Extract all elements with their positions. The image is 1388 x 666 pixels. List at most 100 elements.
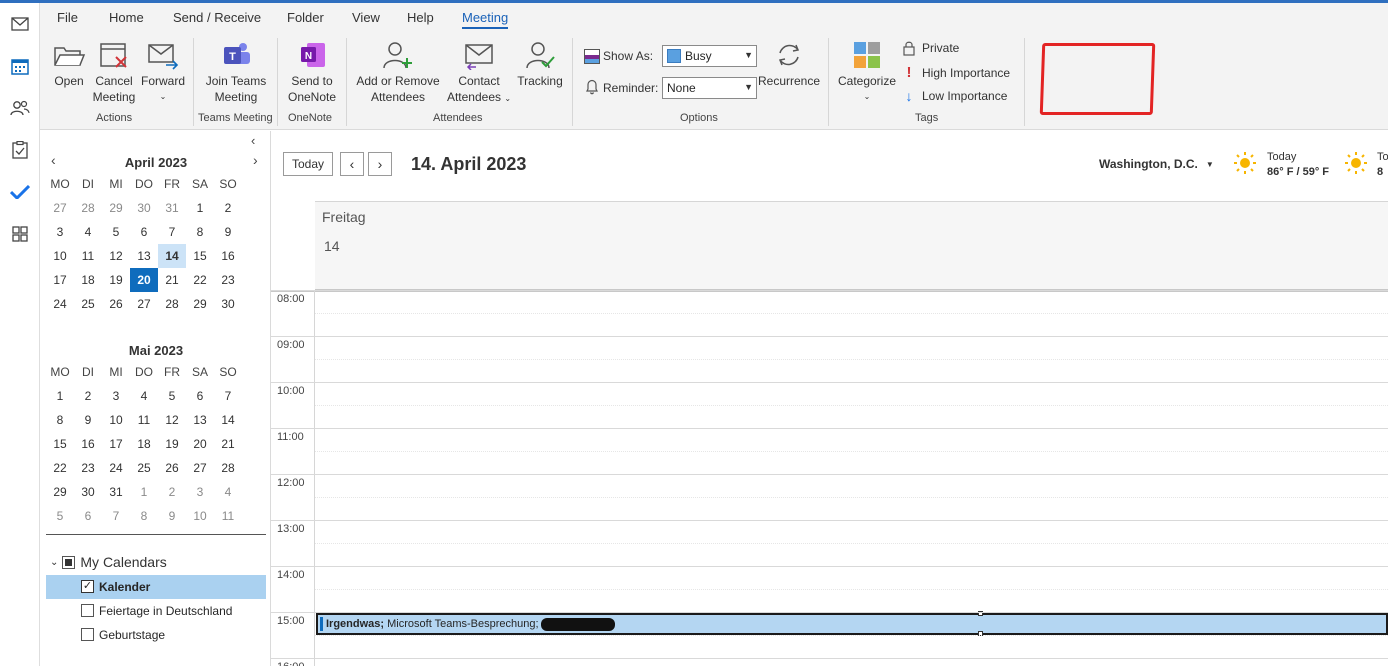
tracking-button[interactable]: Tracking [514,40,566,89]
calendar-day[interactable]: 16 [74,432,102,456]
calendar-day[interactable]: 31 [102,480,130,504]
show-as-select[interactable]: Busy ▼ [662,45,757,67]
menu-folder[interactable]: Folder [287,10,324,25]
calendar-day[interactable]: 29 [102,196,130,220]
calendar-day[interactable]: 1 [186,196,214,220]
calendar-day[interactable]: 22 [46,456,74,480]
calendar-day[interactable]: 28 [74,196,102,220]
calendar-day[interactable]: 11 [74,244,102,268]
calendar-day[interactable]: 12 [158,408,186,432]
calendar-day[interactable]: 10 [102,408,130,432]
checkbox-icon[interactable] [81,604,94,617]
checked-checkbox-icon[interactable]: ✓ [81,580,94,593]
menu-send-receive[interactable]: Send / Receive [173,10,261,25]
calendar-day[interactable]: 27 [46,196,74,220]
calendar-day[interactable]: 29 [46,480,74,504]
calendar-day[interactable]: 5 [46,504,74,528]
private-button[interactable]: Private [902,40,959,56]
calendar-day[interactable]: 5 [102,220,130,244]
calendar-day[interactable]: 18 [74,268,102,292]
calendar-day[interactable]: 5 [158,384,186,408]
add-remove-attendees-button[interactable]: Add or Remove Attendees [354,40,442,105]
calendar-icon[interactable] [5,53,35,79]
calendar-day[interactable]: 26 [102,292,130,316]
calendar-day[interactable]: 19 [158,432,186,456]
calendar-day[interactable]: 24 [46,292,74,316]
calendar-item-geburtstage[interactable]: Geburtstage [46,623,266,647]
recurrence-button[interactable]: Recurrence [758,40,820,89]
calendar-day[interactable]: 19 [102,268,130,292]
calendar-day[interactable]: 1 [46,384,74,408]
calendar-day[interactable]: 4 [214,480,242,504]
next-month-icon[interactable]: › [253,152,258,168]
calendar-day[interactable]: 20 [130,268,158,292]
menu-help[interactable]: Help [407,10,434,25]
calendar-day[interactable]: 4 [130,384,158,408]
calendar-day[interactable]: 11 [130,408,158,432]
calendar-day[interactable]: 20 [186,432,214,456]
calendar-day[interactable]: 8 [46,408,74,432]
location-dropdown[interactable]: Washington, D.C. ▼ [1099,157,1214,171]
calendar-day[interactable]: 17 [46,268,74,292]
menu-home[interactable]: Home [109,10,144,25]
calendar-day[interactable]: 6 [74,504,102,528]
calendar-day[interactable]: 13 [130,244,158,268]
calendar-item-feiertage[interactable]: Feiertage in Deutschland [46,599,266,623]
calendar-day[interactable]: 15 [186,244,214,268]
high-importance-button[interactable]: ! High Importance [902,64,1011,81]
calendar-day[interactable]: 10 [46,244,74,268]
calendar-day[interactable]: 22 [186,268,214,292]
calendar-item-kalender[interactable]: ✓ Kalender [46,575,266,599]
calendar-day[interactable]: 15 [46,432,74,456]
calendar-day[interactable]: 6 [186,384,214,408]
calendar-day[interactable]: 25 [130,456,158,480]
calendar-day[interactable]: 14 [158,244,186,268]
calendar-day[interactable]: 10 [186,504,214,528]
calendar-day[interactable]: 9 [158,504,186,528]
next-day-button[interactable]: › [368,152,392,176]
calendar-day[interactable]: 2 [158,480,186,504]
calendar-day[interactable]: 23 [214,268,242,292]
calendar-day[interactable]: 3 [46,220,74,244]
calendar-day[interactable]: 4 [74,220,102,244]
partial-checkbox-icon[interactable] [62,555,76,569]
calendar-day[interactable]: 30 [214,292,242,316]
calendar-day[interactable]: 14 [214,408,242,432]
calendar-day[interactable]: 25 [74,292,102,316]
calendar-day[interactable]: 7 [158,220,186,244]
calendar-day[interactable]: 27 [130,292,158,316]
calendar-day[interactable]: 28 [214,456,242,480]
calendar-day[interactable]: 6 [130,220,158,244]
send-to-onenote-button[interactable]: N Send to OneNote [283,40,341,105]
calendar-day[interactable]: 2 [74,384,102,408]
calendar-day[interactable]: 21 [158,268,186,292]
today-button[interactable]: Today [283,152,333,176]
calendar-day[interactable]: 8 [186,220,214,244]
calendar-day[interactable]: 2 [214,196,242,220]
calendar-day[interactable]: 12 [102,244,130,268]
calendar-day[interactable]: 26 [158,456,186,480]
low-importance-button[interactable]: ↓ Low Importance [902,88,1008,104]
calendar-day[interactable]: 31 [158,196,186,220]
open-button[interactable]: Open [50,40,88,89]
calendar-day[interactable]: 16 [214,244,242,268]
categorize-button[interactable]: Categorize ⌄ [836,40,898,105]
collapse-pane-icon[interactable]: ‹ [251,133,255,148]
calendar-day[interactable]: 28 [158,292,186,316]
calendar-day[interactable]: 9 [74,408,102,432]
calendar-day[interactable]: 29 [186,292,214,316]
calendar-day[interactable]: 11 [214,504,242,528]
calendar-day[interactable]: 3 [186,480,214,504]
apps-icon[interactable] [5,221,35,247]
calendar-day[interactable]: 17 [102,432,130,456]
calendar-day[interactable]: 18 [130,432,158,456]
calendar-day[interactable]: 30 [130,196,158,220]
day-header[interactable]: Freitag 14 [315,201,1388,290]
join-teams-meeting-button[interactable]: T Join Teams Meeting [202,40,270,105]
checkbox-icon[interactable] [81,628,94,641]
calendar-day[interactable]: 27 [186,456,214,480]
calendar-day[interactable]: 13 [186,408,214,432]
menu-view[interactable]: View [352,10,380,25]
forward-button[interactable]: Forward ⌄ [140,40,186,105]
menu-meeting[interactable]: Meeting [462,10,509,29]
